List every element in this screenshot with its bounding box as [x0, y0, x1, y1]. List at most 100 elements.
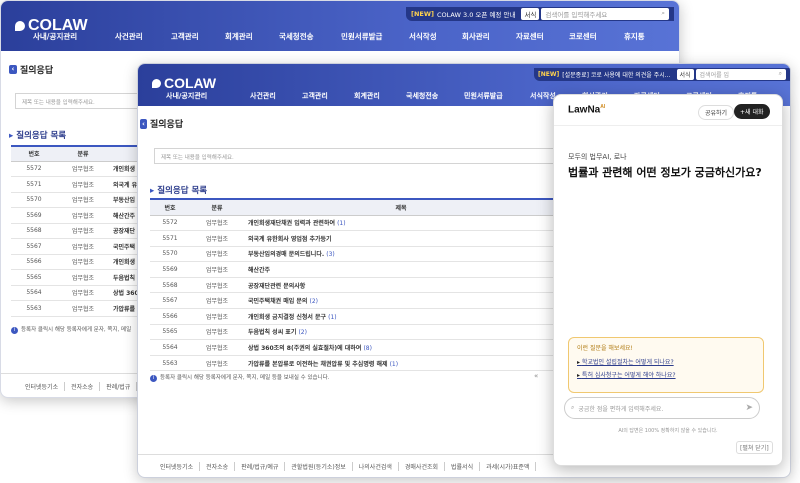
- table-row[interactable]: 5566 업무협조 개인회생 금지결정 신청서 문구 (1): [150, 308, 558, 325]
- search-input[interactable]: 제목 또는 내용을 입력해주세요.: [15, 93, 145, 109]
- col-header[interactable]: 분류: [190, 198, 244, 216]
- nav-item[interactable]: 사건관리: [115, 31, 143, 42]
- table-row[interactable]: 5567 업무협조 국민주택채권 매입 문의 (2): [150, 292, 558, 310]
- nav-item[interactable]: 국세청전송: [406, 91, 438, 101]
- back-arrow-icon[interactable]: ‹: [140, 118, 147, 129]
- row-title-link[interactable]: 개인회생 금지결정 신청서 문구: [248, 314, 326, 321]
- table-row[interactable]: 5563 업무협조 가압류를: [11, 300, 141, 317]
- chat-subtitle: 모두의 법무AI, 로나: [568, 153, 627, 161]
- pager-first-button[interactable]: «: [534, 372, 538, 380]
- divider: [554, 125, 782, 126]
- footer-link[interactable]: 법률서식: [445, 462, 481, 471]
- footer-link[interactable]: 나의사건검색: [353, 462, 399, 471]
- search-type-select[interactable]: 서식: [521, 8, 540, 20]
- chat-input[interactable]: ⌕ 궁금한 점을 편하게 입력해주세요. ➤: [564, 397, 760, 419]
- footer-link[interactable]: 인터넷등기소: [1, 382, 66, 391]
- footer-link[interactable]: 경매사건조회: [399, 462, 446, 471]
- nav-item[interactable]: 고객관리: [171, 31, 199, 42]
- notice-text[interactable]: COLAW 3.0 오픈 예정 안내: [437, 9, 515, 19]
- col-header[interactable]: 번호: [11, 145, 57, 162]
- global-search-input[interactable]: 검색어를 입 ⌕: [695, 69, 786, 80]
- row-title-link[interactable]: 부동산임의경매 문의드립니다.: [248, 251, 324, 258]
- row-title-link[interactable]: 개인회생재단채권 입력과 관련하여: [248, 220, 335, 227]
- row-title-link[interactable]: 가압류를 본압류로 이전하는 채권압류 및 추심명령 해제: [248, 361, 388, 368]
- info-note: 등록자 클릭시 해당 등록자에게 문자, 쪽지, 메일 등을 보내실 수 있습니…: [150, 373, 329, 382]
- row-title-link[interactable]: 해산간주: [248, 267, 270, 274]
- table-row[interactable]: 5569 업무협조 해산간주: [150, 261, 558, 278]
- col-header[interactable]: 번호: [150, 198, 190, 216]
- nav-item[interactable]: 서식작성: [409, 31, 437, 42]
- table-row[interactable]: 5570 업무협조 부동산임: [11, 192, 141, 208]
- nav-item[interactable]: 사건관리: [250, 91, 276, 101]
- new-badge: [NEW]: [411, 10, 434, 18]
- table-row[interactable]: 5571 업무협조 외국계 유: [11, 176, 141, 193]
- footer-link[interactable]: 전자소송: [200, 462, 236, 471]
- table-row[interactable]: 5571 업무협조 외국계 유한회사 영업점 추가등기: [150, 230, 558, 247]
- top-notice-bar: [NEW] [설문종료] 코로 사용에 대한 의견을 주시... 서식 검색어를…: [534, 68, 790, 81]
- comment-count: (2): [309, 298, 318, 306]
- table-row[interactable]: 5567 업무협조 국민주택: [11, 238, 141, 255]
- collapse-button[interactable]: [펼쳐 닫기]: [736, 441, 773, 454]
- footer-links: 인터넷등기소 전자소송 판례/법규/예규 관할법원(등기소)정보 나의사건검색 …: [138, 454, 558, 471]
- footer-link[interactable]: 인터넷등기소: [138, 462, 201, 471]
- footer-link[interactable]: 전자소송: [65, 382, 101, 391]
- table-row[interactable]: 5572 업무협조 개인회생: [11, 161, 141, 177]
- suggestion-question[interactable]: 학교법인 설립절차는 어떻게 되나요?: [577, 357, 755, 366]
- back-arrow-icon[interactable]: ‹: [9, 65, 17, 74]
- notice-text[interactable]: [설문종료] 코로 사용에 대한 의견을 주시...: [562, 70, 670, 79]
- nav-item[interactable]: 자료센터: [516, 31, 544, 42]
- nav-item[interactable]: 휴지통: [624, 31, 645, 42]
- table-row[interactable]: 5570 업무협조 부동산임의경매 문의드립니다. (3): [150, 246, 558, 263]
- search-icon[interactable]: ⌕: [661, 9, 665, 19]
- nav-item[interactable]: 회계관리: [225, 31, 253, 42]
- nav-item[interactable]: 민원서류발급: [341, 31, 382, 42]
- search-type-select[interactable]: 서식: [676, 69, 694, 80]
- nav-item[interactable]: 서식작성: [530, 91, 556, 101]
- table-row[interactable]: 5566 업무협조 개인회생: [11, 254, 141, 270]
- table-row[interactable]: 5572 업무협조 개인회생재단채권 입력과 관련하여 (1): [150, 215, 558, 232]
- nav-item[interactable]: 국세청전송: [279, 31, 314, 42]
- lawna-chat-panel: LawNaAI 공유하기 +새 대화 모두의 법무AI, 로나 법률과 관련해 …: [553, 94, 783, 466]
- nav-item[interactable]: 사내/공지관리: [33, 31, 77, 42]
- comment-count: (1): [389, 360, 399, 368]
- global-search-input[interactable]: 검색어를 입력해주세요 ⌕: [541, 8, 669, 20]
- row-title-link[interactable]: 상법 360조의 8(주권의 실효절차)에 대하여: [248, 345, 361, 352]
- table-row[interactable]: 5565 업무협조 두음법칙: [11, 269, 141, 286]
- nav-item[interactable]: 코로센터: [569, 31, 597, 42]
- row-title-link[interactable]: 공장재단관련 문의사항: [248, 283, 305, 290]
- nav-item[interactable]: 회계관리: [354, 91, 380, 101]
- footer-link[interactable]: 판례/법규: [100, 382, 138, 391]
- nav-item[interactable]: 회사관리: [462, 31, 490, 42]
- qa-table: 번호 분류 제목 5572 업무협조 개인회생재단채권 입력과 관련하여 (1) 5…: [150, 198, 558, 372]
- share-button[interactable]: 공유하기: [698, 105, 735, 120]
- logo-mark-icon: [152, 78, 161, 88]
- row-title-link[interactable]: 국민주택채권 매입 문의: [248, 298, 307, 305]
- table-row[interactable]: 5564 업무협조 상법 360: [11, 285, 141, 301]
- search-input[interactable]: 제목 또는 내용을 입력해주세요.: [154, 148, 554, 164]
- comment-count: (1): [328, 313, 337, 321]
- footer-link[interactable]: 과세(시가)표준액: [480, 462, 537, 471]
- table-row[interactable]: 5564 업무협조 상법 360조의 8(주권의 실효절차)에 대하여 (8): [150, 339, 558, 356]
- nav-item[interactable]: 사내/공지관리: [166, 91, 207, 101]
- nav-item[interactable]: 고객관리: [302, 91, 328, 101]
- table-row[interactable]: 5563 업무협조 가압류를 본압류로 이전하는 채권압류 및 추심명령 해제 (1…: [150, 355, 558, 372]
- row-title-link[interactable]: 외국계 유한회사 영업점 추가등기: [248, 236, 332, 243]
- send-icon[interactable]: ➤: [745, 403, 753, 413]
- suggestion-question[interactable]: 특허 심사청구는 어떻게 해야 하나요?: [577, 370, 755, 379]
- nav-item[interactable]: 민원서류발급: [464, 91, 503, 101]
- footer-link[interactable]: 판례/법규/예규: [235, 462, 286, 471]
- col-header[interactable]: 분류: [57, 145, 109, 162]
- search-icon: ⌕: [571, 404, 575, 411]
- search-icon[interactable]: ⌕: [779, 70, 782, 79]
- table-row[interactable]: 5569 업무협조 해산간주: [11, 207, 141, 224]
- col-header[interactable]: 제목: [244, 198, 558, 216]
- table-row[interactable]: 5565 업무협조 두음법칙 성씨 표기 (2): [150, 324, 558, 341]
- row-title-link[interactable]: 두음법칙 성씨 표기: [248, 329, 296, 336]
- page-title: ‹ 질의응답: [140, 117, 183, 130]
- new-chat-button[interactable]: +새 대화: [734, 104, 770, 119]
- table-row[interactable]: 5568 업무협조 공장재단: [11, 223, 141, 239]
- comment-count: (3): [326, 251, 335, 259]
- footer-link[interactable]: 관할법원(등기소)정보: [285, 462, 353, 471]
- colaw-logo[interactable]: COLAW: [152, 75, 216, 91]
- table-row[interactable]: 5568 업무협조 공장재단관련 문의사항: [150, 277, 558, 294]
